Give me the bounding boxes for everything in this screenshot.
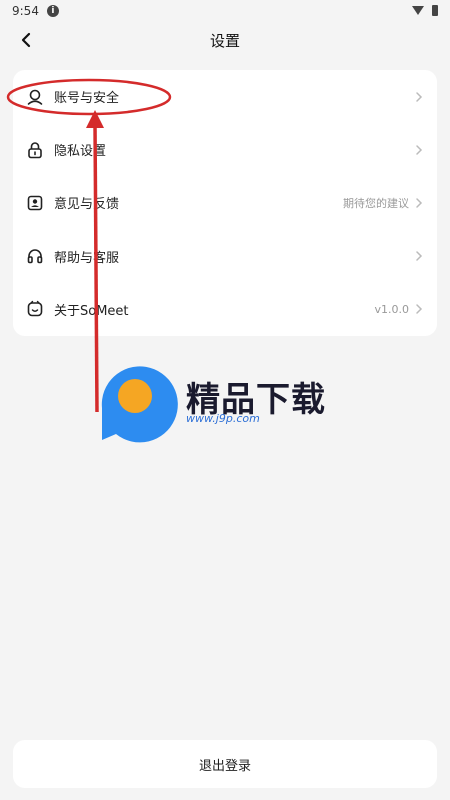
lock-icon <box>26 141 44 159</box>
chevron-right-icon <box>416 91 423 102</box>
settings-item-privacy[interactable]: 隐私设置 <box>13 123 437 176</box>
settings-item-label: 意见与反馈 <box>54 197 120 213</box>
chevron-right-icon <box>416 304 423 315</box>
headphones-icon <box>26 247 44 265</box>
wifi-icon <box>412 6 424 15</box>
settings-item-label: 关于SoMeet <box>54 303 129 319</box>
settings-item-label: 账号与安全 <box>54 91 120 107</box>
settings-item-help[interactable]: 帮助与客服 <box>13 230 437 283</box>
status-time: 9:54 <box>12 4 39 18</box>
settings-item-feedback[interactable]: 意见与反馈 期待您的建议 <box>13 176 437 229</box>
header: 设置 <box>0 22 450 58</box>
settings-card: 账号与安全 隐私设置 意见与反馈 期待您的建议 帮助与客服 关于SoMeet v… <box>13 70 437 336</box>
battery-icon <box>432 5 438 16</box>
settings-item-value: v1.0.0 <box>374 302 410 316</box>
chevron-right-icon <box>416 145 423 155</box>
page-title: 设置 <box>209 31 240 50</box>
chevron-left-icon <box>21 32 31 48</box>
status-indicators <box>412 5 438 16</box>
chevron-right-icon <box>416 251 423 261</box>
smile-box-icon <box>26 300 44 318</box>
back-button[interactable] <box>14 28 38 52</box>
watermark-logo-bubble <box>101 366 178 443</box>
settings-item-account-security[interactable]: 账号与安全 <box>13 70 437 123</box>
settings-item-label: 隐私设置 <box>54 144 107 160</box>
settings-item-value: 期待您的建议 <box>343 196 409 210</box>
watermark-logo-dot <box>118 379 152 413</box>
status-bar: 9:54 i <box>0 0 450 22</box>
user-icon <box>26 88 44 106</box>
logout-button[interactable]: 退出登录 <box>13 740 437 788</box>
settings-item-label: 帮助与客服 <box>54 250 120 266</box>
info-icon: i <box>46 5 59 17</box>
watermark-url: www.j9p.com <box>186 412 260 425</box>
settings-item-about[interactable]: 关于SoMeet v1.0.0 <box>13 283 437 336</box>
chevron-right-icon <box>416 198 423 208</box>
feedback-icon <box>26 194 44 212</box>
